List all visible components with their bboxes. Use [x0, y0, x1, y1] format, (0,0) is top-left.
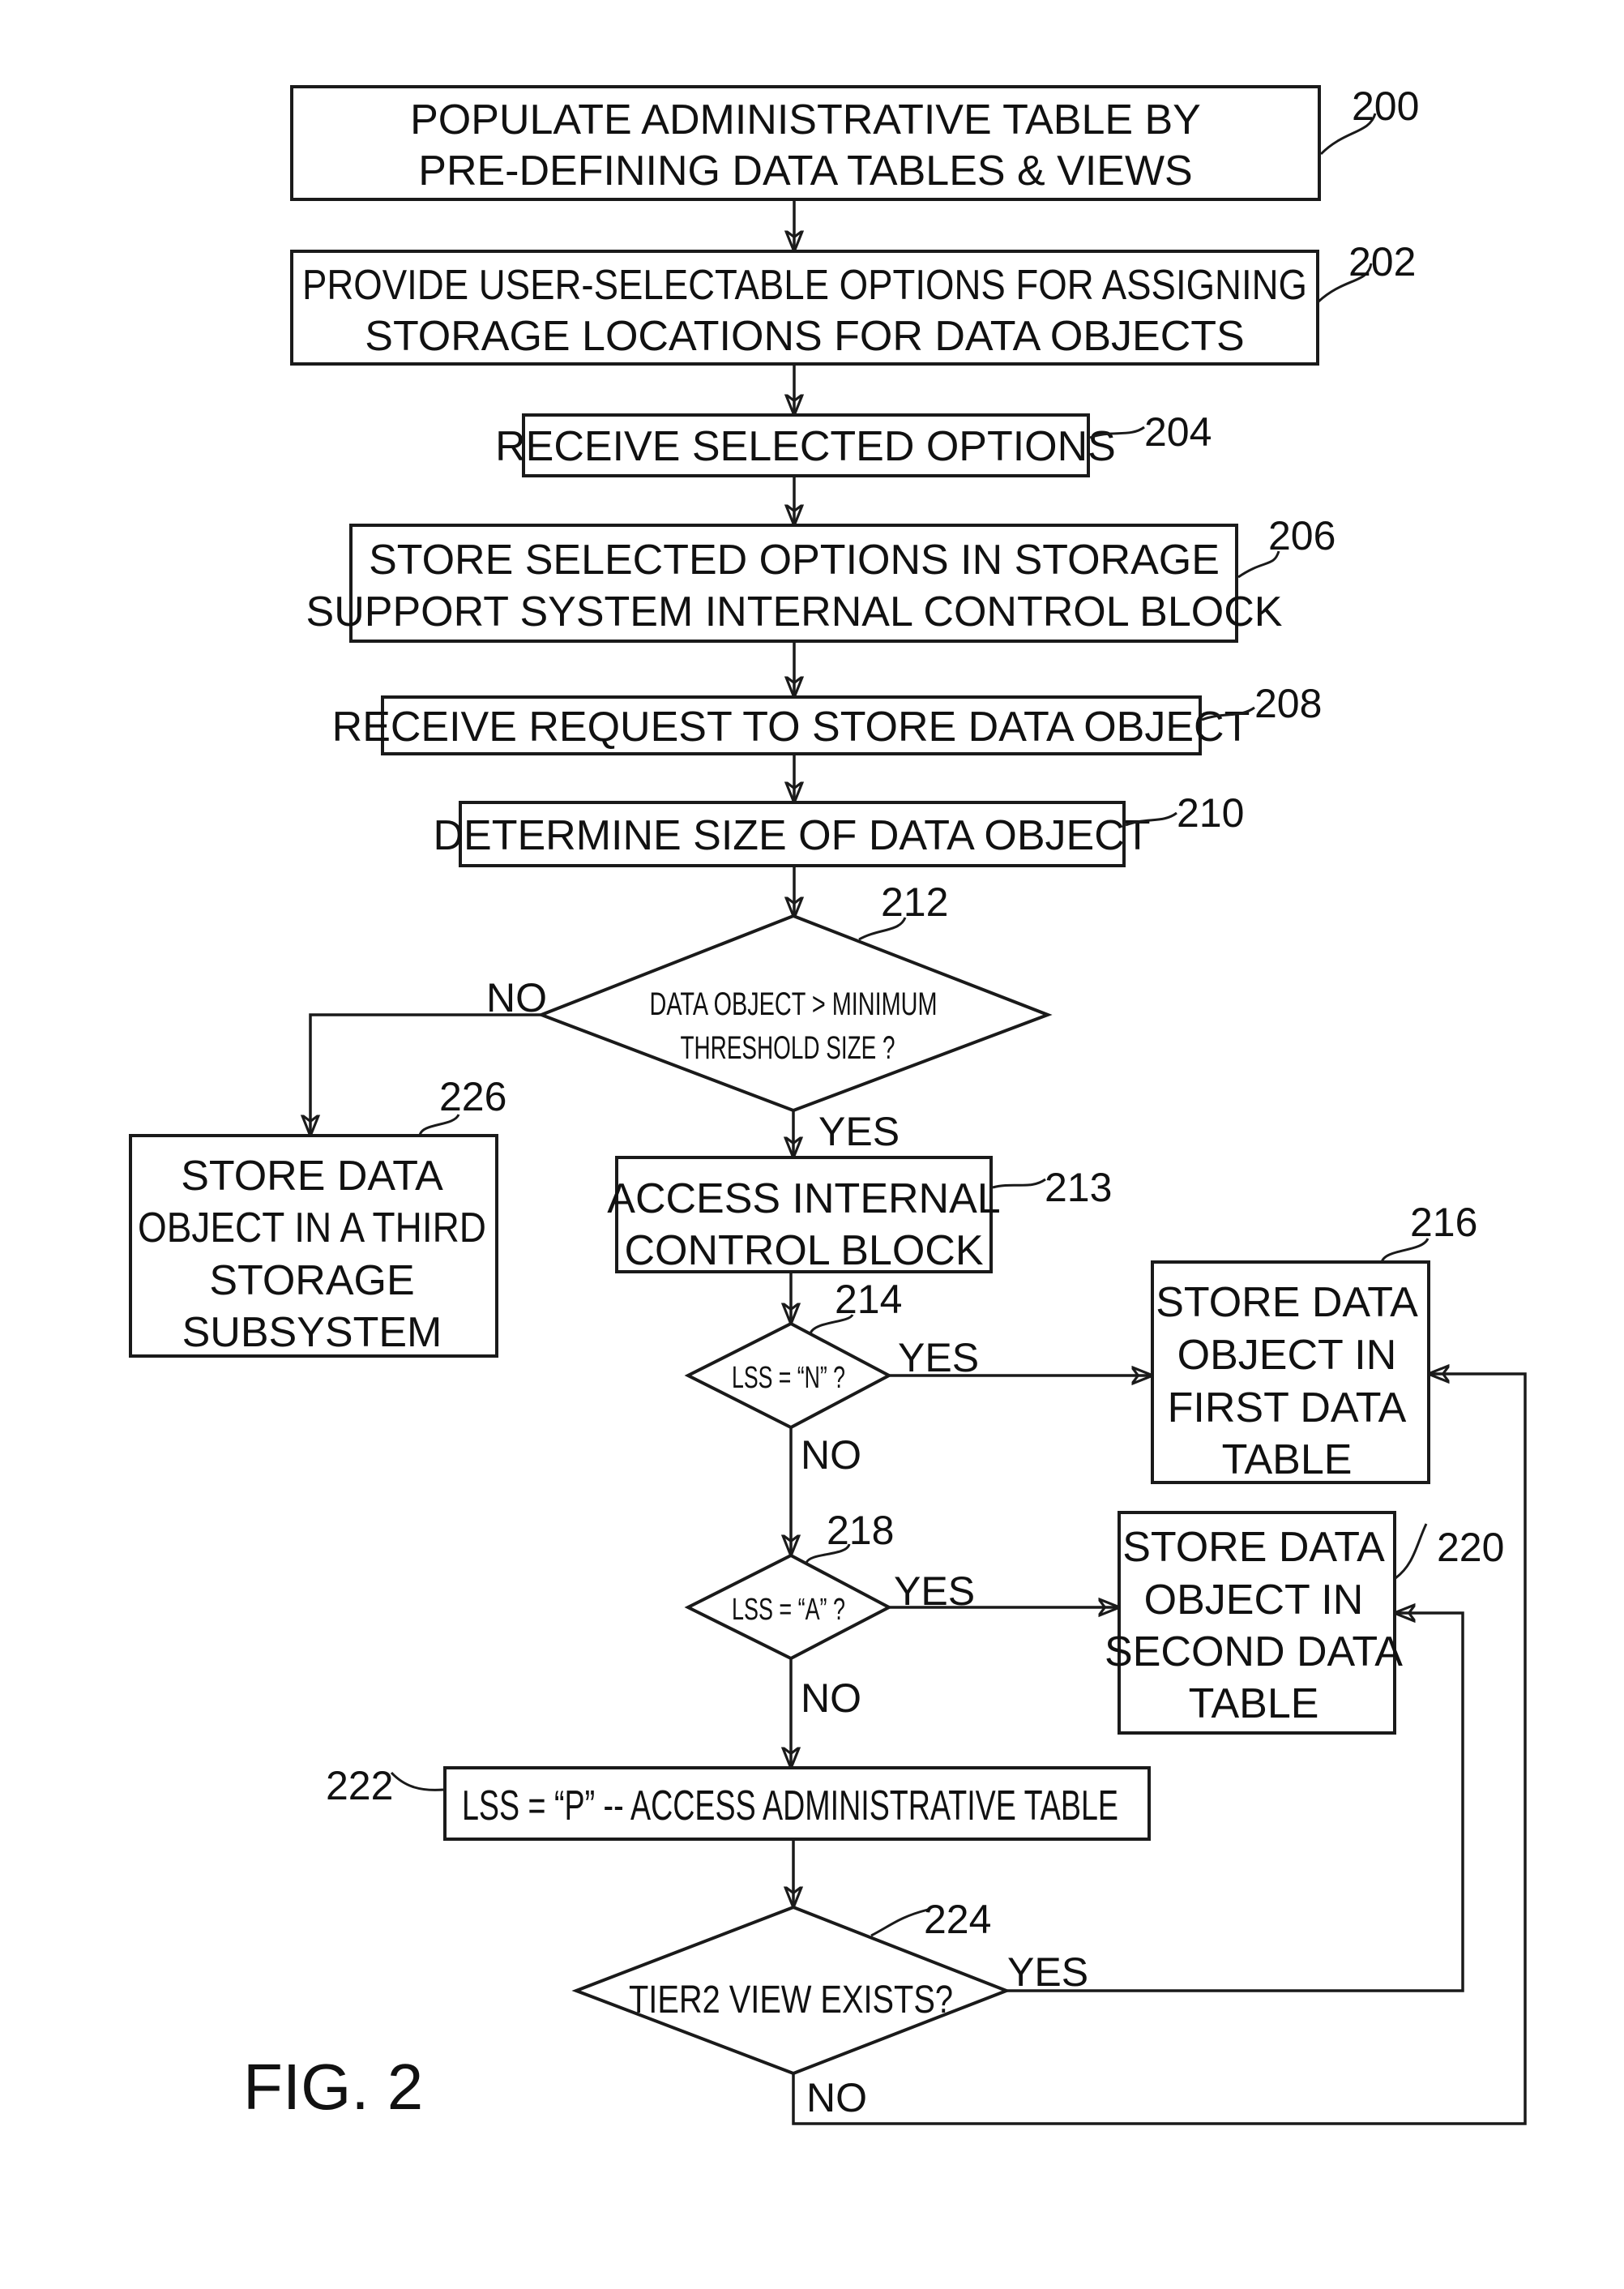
step-216-line-4: TABLE — [1222, 1436, 1353, 1483]
step-206-ref: 206 — [1268, 513, 1336, 558]
decision-212-line-1: DATA OBJECT > MINIMUM — [650, 986, 938, 1022]
step-220-line-4: TABLE — [1189, 1680, 1319, 1727]
step-206-line-2: SUPPORT SYSTEM INTERNAL CONTROL BLOCK — [306, 588, 1283, 635]
step-200-line-1: POPULATE ADMINISTRATIVE TABLE BY — [410, 96, 1201, 143]
step-220-ref: 220 — [1437, 1525, 1504, 1570]
step-202: PROVIDE USER-SELECTABLE OPTIONS FOR ASSI… — [290, 239, 1416, 366]
step-213-ref: 213 — [1045, 1165, 1112, 1210]
step-213: ACCESS INTERNAL CONTROL BLOCK 213 — [607, 1156, 1112, 1274]
step-220-leader — [1395, 1523, 1428, 1580]
decision-212-line-2: THRESHOLD SIZE ? — [681, 1030, 895, 1066]
step-200-ref: 200 — [1352, 83, 1419, 129]
step-208: RECEIVE REQUEST TO STORE DATA OBJECT 208 — [332, 681, 1322, 755]
step-208-line-1: RECEIVE REQUEST TO STORE DATA OBJECT — [332, 704, 1250, 751]
step-226: STORE DATA OBJECT IN A THIRD STORAGE SUB… — [129, 1074, 506, 1358]
step-213-leader — [992, 1178, 1046, 1189]
decision-224: TIER2 VIEW EXISTS? 224 YES NO — [571, 1897, 1088, 2120]
step-210-ref: 210 — [1177, 790, 1244, 836]
step-206: STORE SELECTED OPTIONS IN STORAGE SUPPOR… — [306, 513, 1336, 643]
step-204-line-1: RECEIVE SELECTED OPTIONS — [495, 423, 1116, 470]
step-226-line-3: STORAGE — [209, 1257, 414, 1304]
step-204-ref: 204 — [1144, 409, 1212, 455]
step-226-ref: 226 — [439, 1074, 506, 1119]
decision-212-no-label: NO — [486, 975, 547, 1020]
decision-218-yes-label: YES — [894, 1568, 975, 1614]
step-204: RECEIVE SELECTED OPTIONS 204 — [495, 409, 1212, 477]
step-202-line-2: STORAGE LOCATIONS FOR DATA OBJECTS — [365, 313, 1244, 360]
step-222-ref: 222 — [326, 1763, 393, 1808]
step-226-line-1: STORE DATA — [181, 1153, 443, 1200]
step-220-line-2: OBJECT IN — [1144, 1577, 1364, 1624]
step-208-ref: 208 — [1254, 681, 1322, 726]
flowchart: POPULATE ADMINISTRATIVE TABLE BY PRE-DEF… — [129, 83, 1527, 2125]
step-210-line-1: DETERMINE SIZE OF DATA OBJECT — [433, 812, 1150, 859]
step-216-ref: 216 — [1410, 1200, 1477, 1245]
decision-214-yes-label: YES — [898, 1335, 979, 1380]
step-213-line-1: ACCESS INTERNAL — [607, 1175, 1000, 1222]
decision-212-ref: 212 — [881, 879, 948, 925]
decision-224-no-label: NO — [806, 2075, 867, 2120]
decision-214: LSS = “N” ? 214 YES NO — [684, 1277, 979, 1478]
step-226-line-2: OBJECT IN A THIRD — [138, 1204, 486, 1251]
step-206-line-1: STORE SELECTED OPTIONS IN STORAGE — [369, 537, 1220, 584]
step-202-line-1: PROVIDE USER-SELECTABLE OPTIONS FOR ASSI… — [302, 262, 1307, 309]
decision-212: DATA OBJECT > MINIMUM THRESHOLD SIZE ? 2… — [486, 879, 1053, 1154]
step-222-line-1: LSS = “P” -- ACCESS ADMINISTRATIVE TABLE — [462, 1782, 1118, 1829]
decision-224-leader — [870, 1908, 929, 1937]
step-200-line-2: PRE-DEFINING DATA TABLES & VIEWS — [418, 148, 1192, 195]
step-216-line-2: OBJECT IN — [1177, 1332, 1397, 1379]
step-220-line-1: STORE DATA — [1122, 1524, 1385, 1571]
step-210: DETERMINE SIZE OF DATA OBJECT 210 — [433, 790, 1244, 867]
step-216: STORE DATA OBJECT IN FIRST DATA TABLE 21… — [1151, 1200, 1477, 1484]
step-222-leader — [390, 1771, 444, 1791]
step-220: STORE DATA OBJECT IN SECOND DATA TABLE 2… — [1105, 1511, 1504, 1735]
step-222: LSS = “P” -- ACCESS ADMINISTRATIVE TABLE… — [326, 1763, 1151, 1841]
step-216-line-3: FIRST DATA — [1168, 1384, 1407, 1431]
step-220-line-3: SECOND DATA — [1105, 1628, 1403, 1675]
decision-218-ref: 218 — [827, 1508, 894, 1553]
step-202-ref: 202 — [1348, 239, 1416, 285]
decision-224-ref: 224 — [924, 1897, 991, 1942]
decision-224-label: TIER2 VIEW EXISTS? — [629, 1979, 953, 2022]
figure-label: FIG. 2 — [243, 2051, 423, 2123]
decision-212-yes-label: YES — [818, 1109, 900, 1154]
decision-218-no-label: NO — [801, 1675, 861, 1721]
step-216-line-1: STORE DATA — [1156, 1279, 1418, 1326]
step-200: POPULATE ADMINISTRATIVE TABLE BY PRE-DEF… — [290, 83, 1419, 201]
decision-224-yes-label: YES — [1007, 1949, 1088, 1995]
decision-218: LSS = “A” ? 218 YES NO — [684, 1508, 975, 1721]
decision-218-label: LSS = “A” ? — [732, 1593, 845, 1627]
decision-214-ref: 214 — [835, 1277, 902, 1322]
decision-214-no-label: NO — [801, 1432, 861, 1478]
step-213-line-2: CONTROL BLOCK — [624, 1227, 983, 1274]
decision-214-label: LSS = “N” ? — [732, 1361, 845, 1395]
step-226-line-4: SUBSYSTEM — [182, 1309, 442, 1356]
